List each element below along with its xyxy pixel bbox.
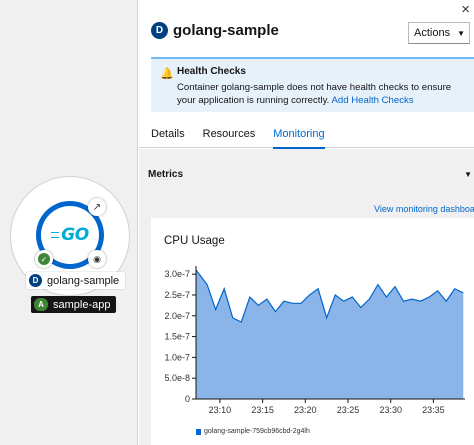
pod-status-icon[interactable]: ✓ — [35, 250, 53, 268]
legend-label: golang-sample-759cb96cbd-2g4lh — [204, 428, 310, 435]
y-tick-label: 3.0e-7 — [164, 269, 190, 279]
caret-down-icon: ▼ — [457, 28, 465, 38]
actions-dropdown[interactable]: Actions ▼ — [408, 22, 470, 44]
page-title: golang-sample — [173, 22, 279, 39]
cpu-usage-card: CPU Usage 3.0e-7 2.5e-7 2.0e-7 1.5e-7 1.0e-7… — [151, 218, 474, 445]
y-tick-label: 1.0e-7 — [164, 352, 190, 362]
workload-name: golang-sample — [47, 274, 120, 287]
x-tick-label: 23:15 — [251, 405, 274, 415]
x-tick-label: 23:30 — [379, 405, 402, 415]
side-panel: × D golang-sample Actions ▼ 🔔 Health Che… — [139, 0, 474, 445]
panel-tabs: Details Resources Monitoring — [139, 126, 474, 149]
deployment-badge: D — [29, 274, 42, 287]
health-checks-alert: 🔔 Health Checks Container golang-sample … — [151, 57, 474, 112]
view-monitoring-dashboard-link[interactable]: View monitoring dashboard — [374, 204, 474, 214]
git-repo-icon[interactable]: ◉ — [88, 250, 106, 268]
application-name: sample-app — [53, 298, 111, 311]
chart-legend: golang-sample-759cb96cbd-2g4lh — [196, 428, 310, 435]
application-label[interactable]: A sample-app — [31, 296, 117, 313]
application-badge: A — [34, 298, 48, 311]
y-tick-label: 1.5e-7 — [164, 332, 190, 342]
y-tick-label: 5.0e-8 — [164, 373, 190, 383]
topology-canvas[interactable]: GO ↗ ✓ ◉ D golang-sample A sample-app — [0, 0, 138, 445]
tab-details[interactable]: Details — [151, 126, 185, 148]
series-area — [196, 270, 464, 399]
alert-title: Health Checks — [177, 66, 246, 77]
x-tick-label: 23:10 — [209, 405, 232, 415]
legend-swatch — [196, 428, 201, 435]
y-tick-label: 0 — [185, 394, 190, 404]
deployment-badge: D — [151, 22, 168, 39]
add-health-checks-link[interactable]: Add Health Checks — [331, 95, 413, 106]
alert-body: Container golang-sample does not have he… — [177, 81, 464, 107]
y-tick-label: 2.5e-7 — [164, 290, 190, 300]
close-icon[interactable]: × — [461, 1, 470, 18]
x-tick-label: 23:25 — [337, 405, 360, 415]
panel-header: D golang-sample — [151, 22, 279, 39]
x-tick-label: 23:35 — [422, 405, 445, 415]
open-url-icon[interactable]: ↗ — [88, 198, 106, 216]
workload-label[interactable]: D golang-sample — [26, 272, 126, 289]
cpu-usage-chart: 3.0e-7 2.5e-7 2.0e-7 1.5e-7 1.0e-7 5.0e-8 0 23:… — [164, 266, 465, 415]
actions-label: Actions — [414, 27, 451, 39]
x-tick-label: 23:20 — [294, 405, 317, 415]
caret-down-icon[interactable]: ▼ — [464, 170, 472, 179]
tab-monitoring[interactable]: Monitoring — [273, 126, 325, 149]
bell-icon: 🔔 — [160, 68, 174, 80]
metrics-section-toggle[interactable]: Metrics — [148, 169, 183, 180]
tab-resources[interactable]: Resources — [203, 126, 256, 148]
y-tick-label: 2.0e-7 — [164, 311, 190, 321]
monitoring-content: Metrics ▼ View monitoring dashboard CPU … — [139, 149, 474, 445]
